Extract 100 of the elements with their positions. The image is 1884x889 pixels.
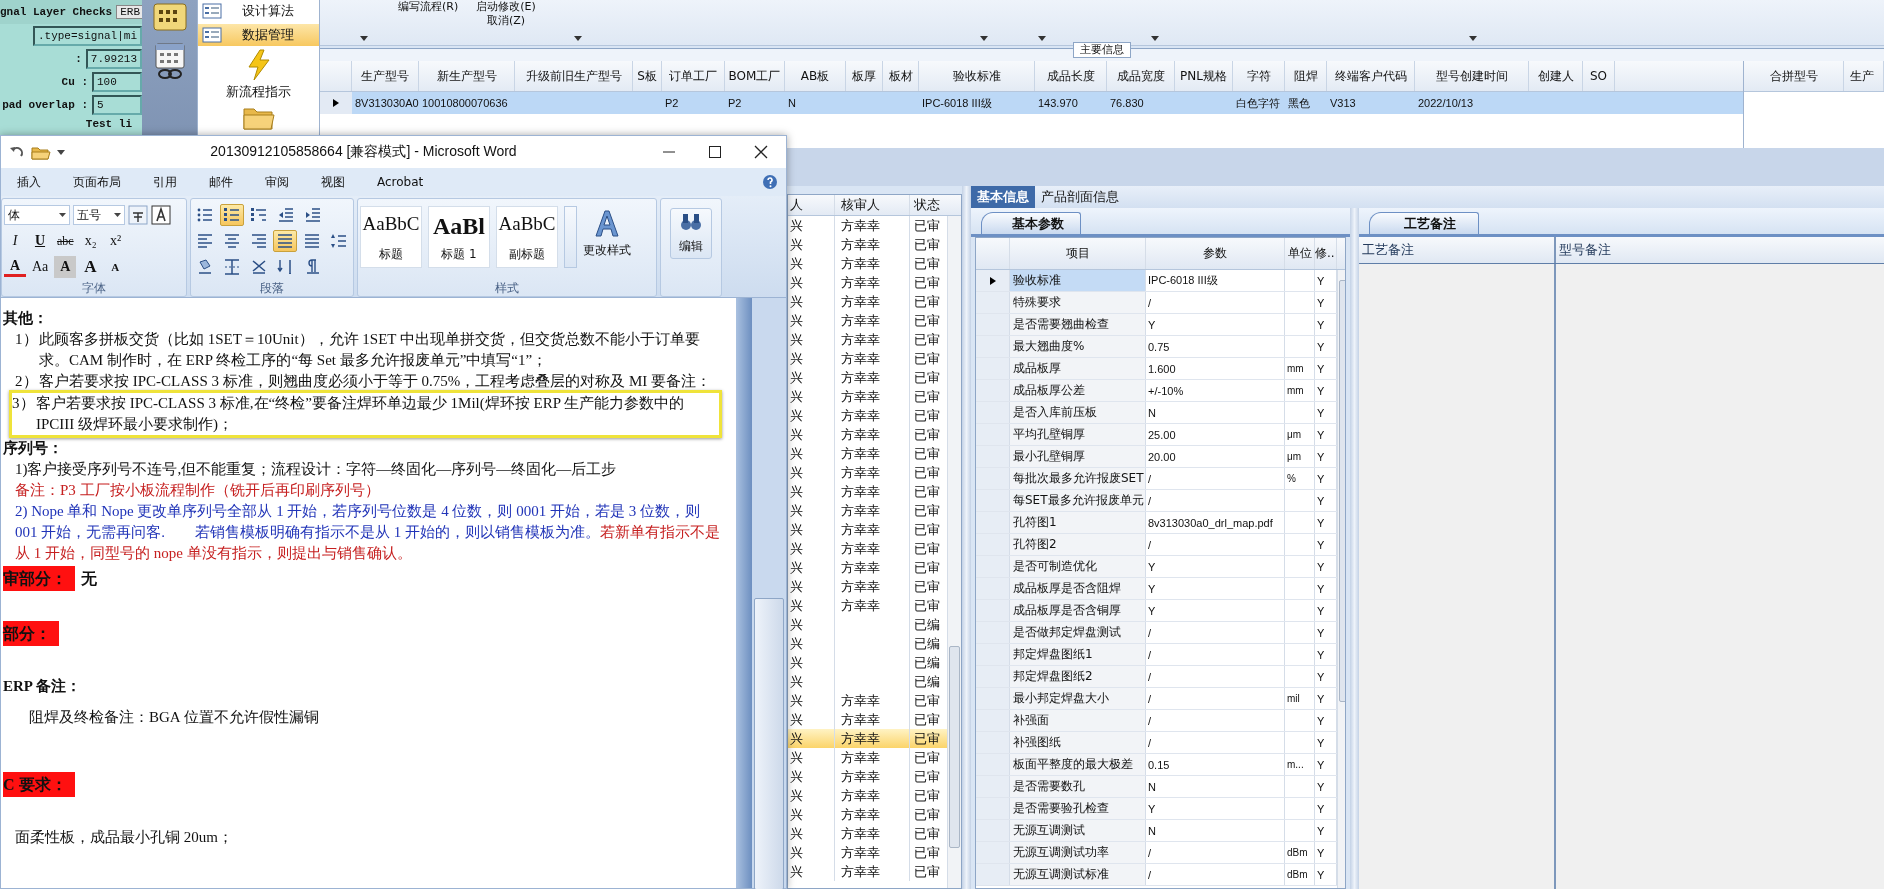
grid-row[interactable]: 无源互调测试标准 / dBm Y	[976, 864, 1337, 886]
font-name-field[interactable]: 体	[4, 205, 70, 225]
list-row[interactable]: 兴 方幸幸 已审	[788, 311, 947, 330]
grid-row[interactable]: 是否需要翘曲检查 Y Y	[976, 314, 1337, 336]
column-header[interactable]: 板材	[883, 61, 919, 91]
list-row[interactable]: 兴 方幸幸 已审	[788, 330, 947, 349]
column-header[interactable]: PNL规格	[1175, 61, 1233, 91]
list-row[interactable]: 兴 方幸幸 已审	[788, 862, 947, 881]
table-row[interactable]: 8V313030A0 10010800070636 P2 P2 N IPC-6018 III级 143.970 76.830 白色字符 黑色 V313 2022/10/13	[320, 92, 1743, 114]
list-row[interactable]: 兴 方幸幸 已审	[788, 501, 947, 520]
grid-row[interactable]: 最小孔壁铜厚 20.00 μm Y	[976, 446, 1337, 468]
font-size-field[interactable]: 五号	[73, 205, 125, 225]
list-row[interactable]: 兴 方幸幸 已审	[788, 596, 947, 615]
scrollbar[interactable]	[947, 216, 961, 888]
grid-row[interactable]: 每SET最多允许报废单元 / Y	[976, 490, 1337, 512]
folder-icon[interactable]	[31, 144, 51, 160]
grid-row[interactable]: 邦定焊盘图纸2 / Y	[976, 666, 1337, 688]
ribbon-tab[interactable]: 插入	[3, 173, 55, 191]
grid-row[interactable]: 无源互调测试 N Y	[976, 820, 1337, 842]
grid-row[interactable]: 平均孔壁铜厚 25.00 μm Y	[976, 424, 1337, 446]
ribbon-tab[interactable]: 视图	[307, 173, 359, 191]
column-header[interactable]: 项目	[1010, 238, 1146, 269]
column-header[interactable]: 成品宽度	[1107, 61, 1175, 91]
ribbon-tab[interactable]: Acrobat	[363, 175, 438, 189]
grid-row[interactable]: 成品板厚公差 +/-10% mm Y	[976, 380, 1337, 402]
list-row[interactable]: 兴 方幸幸 已审	[788, 577, 947, 596]
column-header[interactable]: 生产	[1844, 61, 1884, 91]
list-row[interactable]: 兴 方幸幸 已审	[788, 520, 947, 539]
list-row[interactable]: 兴 方幸幸 已审	[788, 824, 947, 843]
column-header[interactable]: AB板	[785, 61, 846, 91]
format-button[interactable]: abc	[54, 230, 77, 252]
list-row[interactable]: 兴 方幸幸 已审	[788, 387, 947, 406]
column-header[interactable]: 新生产型号	[419, 61, 515, 91]
column-header[interactable]: 阻焊	[1285, 61, 1327, 91]
style-option[interactable]: AaBbC 标题	[360, 206, 422, 268]
grid-row[interactable]: 是否入库前压板 N Y	[976, 402, 1337, 424]
ribbon-tab[interactable]: 页面布局	[59, 173, 135, 191]
column-header[interactable]: 创建人	[1529, 61, 1583, 91]
grid-row[interactable]: 最小邦定焊盘大小 / mil Y	[976, 688, 1337, 710]
help-icon[interactable]	[762, 174, 778, 190]
caret-icon[interactable]	[979, 36, 988, 41]
column-header[interactable]: 参数	[1146, 238, 1285, 269]
ribbon-tab[interactable]: 引用	[139, 173, 191, 191]
grid-row[interactable]: 最大翘曲度% 0.75 Y	[976, 336, 1337, 358]
input-field[interactable]: .type=signal|mi	[32, 26, 142, 46]
column-header[interactable]: 修..	[1315, 238, 1337, 269]
format-button[interactable]: A	[4, 257, 26, 277]
list-row[interactable]: 兴 方幸幸 已审	[788, 216, 947, 235]
toolbar-button[interactable]: 编写流程(R)	[396, 0, 461, 14]
format-button[interactable]: I	[4, 230, 26, 252]
grid-row[interactable]: 邦定焊盘图纸1 / Y	[976, 644, 1337, 666]
nav-item[interactable]: 数据管理	[198, 24, 319, 46]
grid-row[interactable]: 是否可制造优化 Y Y	[976, 556, 1337, 578]
list-row[interactable]: 兴 方幸幸 已审	[788, 425, 947, 444]
caret-icon[interactable]	[1037, 36, 1046, 41]
column-header[interactable]: 型号备注	[1556, 237, 1884, 263]
list-row[interactable]: 兴 方幸幸 已审	[788, 539, 947, 558]
input-field[interactable]: 5	[92, 95, 142, 115]
grid-row[interactable]: 成品板厚 1.600 mm Y	[976, 358, 1337, 380]
list-row[interactable]: 兴 方幸幸 已审	[788, 444, 947, 463]
column-header[interactable]: 板厚	[846, 61, 883, 91]
list-row[interactable]: 兴 方幸幸 已审	[788, 463, 947, 482]
new-flow-button[interactable]: 新流程指示	[198, 48, 319, 102]
numbered-list-button[interactable]	[220, 204, 244, 226]
column-header[interactable]: 订单工厂	[662, 61, 725, 91]
list-row[interactable]: 兴 方幸幸 已审	[788, 691, 947, 710]
list-row[interactable]: 兴 方幸幸 已审	[788, 843, 947, 862]
column-header[interactable]: 成品长度	[1035, 61, 1107, 91]
grid-row[interactable]: 是否需要验孔检查 Y Y	[976, 798, 1337, 820]
grid-row[interactable]: 孔符图2 / Y	[976, 534, 1337, 556]
list-row[interactable]: 兴 已编	[788, 653, 947, 672]
caret-icon[interactable]	[360, 36, 368, 41]
format-button[interactable]: Aa	[29, 256, 52, 278]
character-border-icon[interactable]	[151, 205, 171, 225]
caret-icon[interactable]	[57, 148, 65, 156]
column-header[interactable]: S板	[633, 61, 662, 91]
grid-row[interactable]: 补强图纸 / Y	[976, 732, 1337, 754]
toolbar-button[interactable]: 启动修改(E)	[474, 0, 538, 14]
grid-row[interactable]: 孔符图1 8v313030a0_drl_map.pdf Y	[976, 512, 1337, 534]
list-row[interactable]: 兴 方幸幸 已审	[788, 406, 947, 425]
column-header[interactable]: 生产型号	[352, 61, 419, 91]
gallery-scroll[interactable]	[564, 206, 577, 268]
column-header[interactable]: 单位	[1285, 238, 1315, 269]
format-button[interactable]: x₂	[79, 230, 102, 252]
format-button[interactable]: A	[54, 256, 77, 278]
style-option[interactable]: AaBl 标题 1	[428, 206, 490, 268]
column-header[interactable]: 升级前旧生产型号	[515, 61, 633, 91]
input-field[interactable]: 100	[92, 72, 142, 92]
column-header[interactable]: BOM工厂	[725, 61, 785, 91]
format-button[interactable]: U	[29, 230, 51, 252]
list-row[interactable]: 兴 方幸幸 已审	[788, 805, 947, 824]
caret-icon[interactable]	[1468, 36, 1477, 41]
format-button[interactable]: x²	[104, 230, 127, 252]
input-field[interactable]: 7.99213	[85, 49, 142, 69]
tab[interactable]: 产品剖面信息	[1035, 186, 1125, 208]
row-header[interactable]	[976, 270, 1010, 291]
column-header[interactable]: 状态	[910, 195, 946, 215]
maximize-icon[interactable]	[708, 145, 722, 159]
grid-row[interactable]: 补强面 / Y	[976, 710, 1337, 732]
column-header[interactable]: 型号创建时间	[1415, 61, 1529, 91]
